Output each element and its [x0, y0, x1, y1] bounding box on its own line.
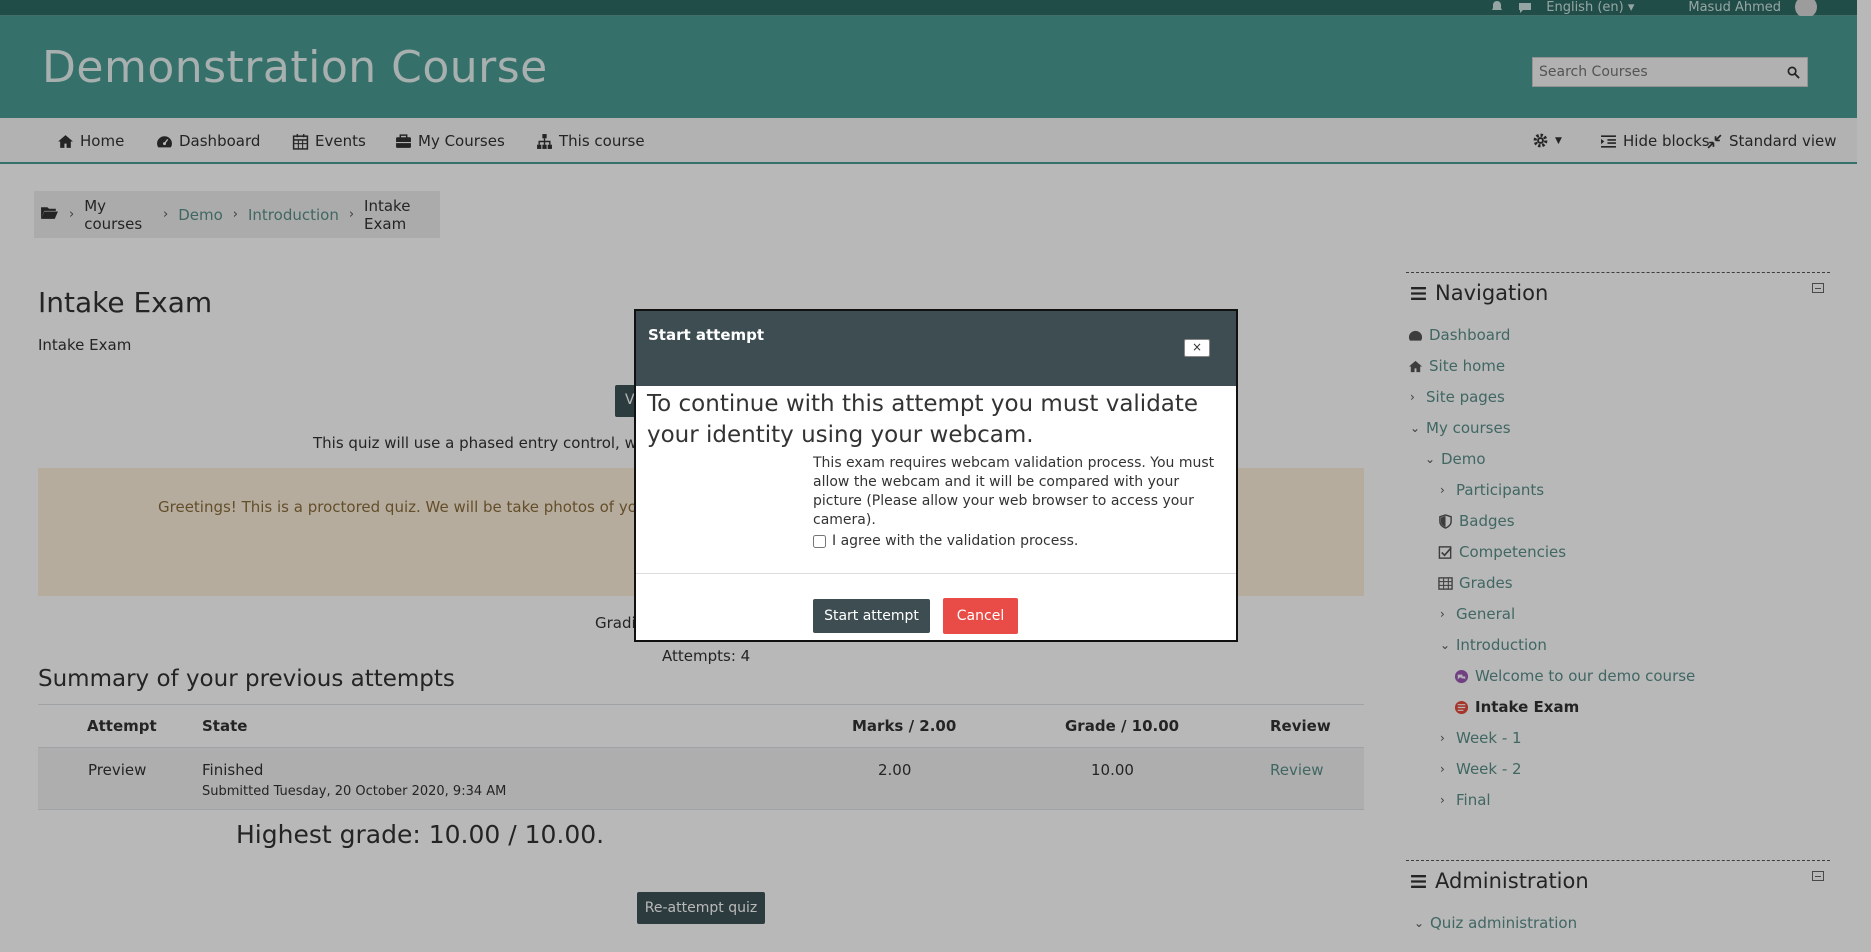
agree-checkbox-row[interactable]: I agree with the validation process. — [813, 533, 1078, 549]
close-button[interactable]: × — [1184, 339, 1210, 357]
modal-title: Start attempt — [648, 326, 765, 344]
modal-divider — [636, 573, 1236, 574]
modal-description: This exam requires webcam validation pro… — [813, 455, 1215, 528]
page: English (en) ▾ Masud Ahmed Demonstration… — [0, 0, 1871, 952]
cancel-button[interactable]: Cancel — [943, 598, 1018, 634]
modal-lead-text: To continue with this attempt you must v… — [647, 391, 1199, 448]
modal-header: Start attempt × — [636, 311, 1236, 386]
start-attempt-modal: Start attempt × To continue with this at… — [634, 309, 1238, 642]
agree-checkbox[interactable] — [813, 534, 826, 548]
agree-label: I agree with the validation process. — [832, 533, 1079, 549]
start-attempt-button[interactable]: Start attempt — [813, 599, 930, 633]
